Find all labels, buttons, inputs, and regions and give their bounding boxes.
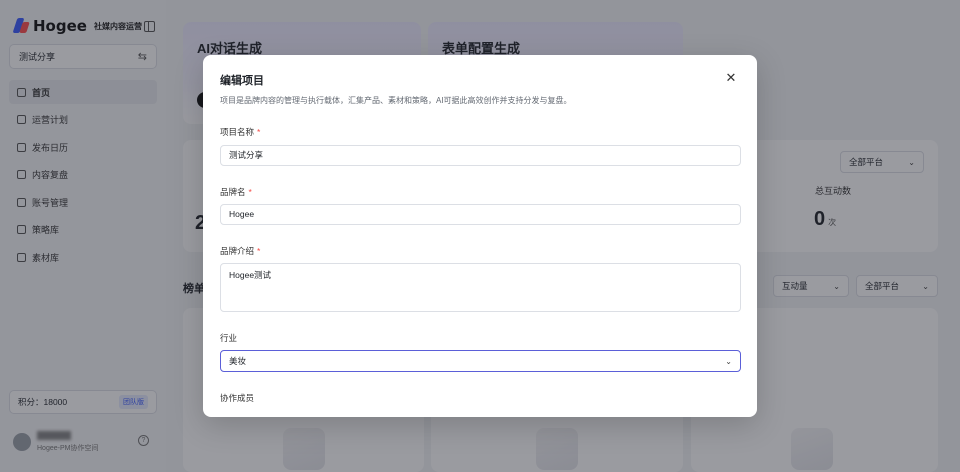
required-mark: * (257, 127, 261, 137)
industry-label: 行业 (220, 333, 238, 343)
modal-description: 项目是品牌内容的管理与执行载体，汇集产品、素材和策略，AI可据此高效创作并支持分… (220, 96, 572, 105)
brand-name-label-text: 品牌名 (220, 187, 246, 197)
brand-intro-textarea[interactable]: Hogee测试 (220, 263, 741, 312)
industry-select[interactable]: 美妆 ⌄ (220, 350, 741, 372)
brand-intro-label-text: 品牌介绍 (220, 246, 255, 256)
project-name-label-text: 项目名称 (220, 127, 255, 137)
industry-value: 美妆 (229, 356, 247, 366)
required-mark: * (257, 246, 261, 256)
brand-intro-label: 品牌介绍 * (220, 245, 260, 257)
chevron-down-icon: ⌄ (725, 356, 732, 366)
close-icon[interactable]: ✕ (724, 71, 738, 85)
brand-name-label: 品牌名 * (220, 186, 252, 198)
modal-title: 编辑项目 (220, 75, 264, 87)
edit-project-modal: 编辑项目 ✕ 项目是品牌内容的管理与执行载体，汇集产品、素材和策略，AI可据此高… (203, 55, 757, 417)
project-name-label: 项目名称 * (220, 126, 260, 138)
project-name-input[interactable]: 测试分享 (220, 145, 741, 166)
members-label: 协作成员 (220, 393, 255, 403)
required-mark: * (248, 187, 252, 197)
brand-name-input[interactable]: Hogee (220, 204, 741, 225)
